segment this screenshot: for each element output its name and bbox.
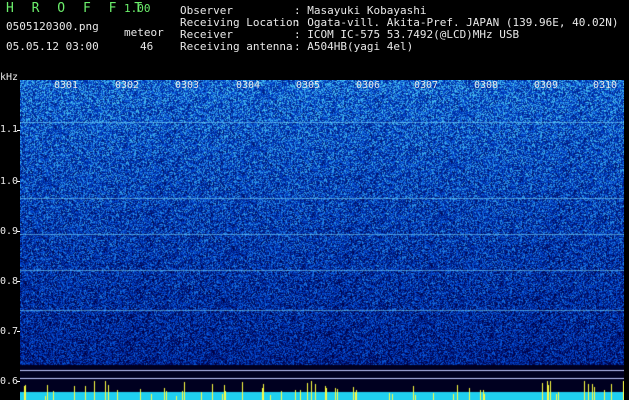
x-tick-label: 0302	[115, 80, 140, 91]
y-tick-label: 1.0	[0, 176, 19, 187]
y-axis-unit: kHz	[0, 72, 19, 83]
x-tick-label: 0305	[296, 80, 321, 91]
y-tick-label: 0.6	[0, 376, 19, 387]
spectrogram-image	[20, 80, 624, 400]
x-tick-label: 0301	[54, 80, 79, 91]
x-tick-label: 0308	[474, 80, 499, 91]
meteor-count: 46	[140, 40, 154, 53]
x-tick-label: 0307	[414, 80, 439, 91]
antenna-key: Receiving antenna	[180, 40, 293, 53]
y-tick-label: 0.7	[0, 326, 19, 337]
file-name: 0505120300.png	[6, 20, 99, 33]
antenna-value: : A504HB(yagi 4el)	[294, 40, 414, 53]
file-datetime: 05.05.12 03:00	[6, 40, 99, 53]
meteor-label: meteor	[124, 26, 164, 39]
x-tick-label: 0309	[534, 80, 559, 91]
app-version: 1.00	[124, 2, 151, 15]
y-tick-label: 0.9	[0, 226, 19, 237]
y-tick-label: 1.1	[0, 124, 19, 135]
x-tick-label: 0306	[356, 80, 381, 91]
y-tick-label: 0.8	[0, 276, 19, 287]
x-tick-label: 0310	[593, 80, 618, 91]
x-tick-label: 0303	[175, 80, 200, 91]
x-tick-label: 0304	[236, 80, 261, 91]
